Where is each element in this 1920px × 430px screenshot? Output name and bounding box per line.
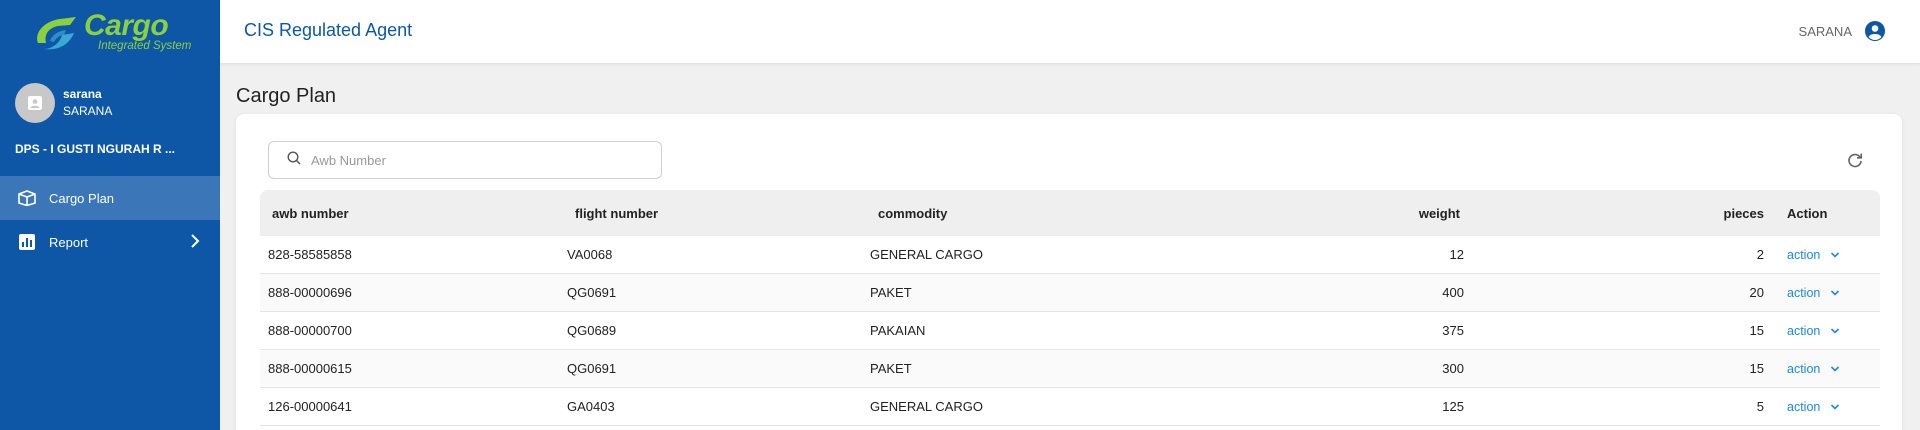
chevron-down-icon (1831, 327, 1840, 334)
cell-commodity: PAKET (870, 361, 912, 376)
cell-commodity: PAKET (870, 285, 912, 300)
sidebar-item-label: Report (49, 234, 89, 250)
row-action-dropdown[interactable]: action (1787, 286, 1840, 300)
column-header-awb[interactable]: awb number (272, 190, 349, 236)
sidebar-item-report[interactable]: Report (0, 220, 220, 264)
cell-weight: 375 (1442, 323, 1464, 338)
cell-pieces: 2 (1756, 247, 1764, 262)
action-label: action (1787, 323, 1821, 338)
cell-awb: 828-58585858 (268, 247, 352, 262)
page-title: Cargo Plan (236, 85, 337, 107)
row-action-dropdown[interactable]: action (1787, 324, 1840, 338)
cell-flight: QG0691 (567, 285, 617, 300)
chevron-right-icon (190, 233, 200, 251)
cell-awb: 888-00000696 (268, 285, 352, 300)
app-logo[interactable]: Cargo Integrated System (0, 0, 220, 64)
action-label: action (1787, 247, 1821, 262)
box-icon (17, 188, 37, 208)
bar-chart-icon (17, 232, 37, 252)
cell-flight: QG0689 (567, 323, 617, 338)
sidebar-item-label: Cargo Plan (49, 190, 115, 206)
sidebar-user: sarana SARANA (0, 64, 220, 130)
table-row: 828-58585858 VA0068 GENERAL CARGO 12 2 a… (260, 236, 1880, 274)
cell-weight: 12 (1449, 247, 1464, 262)
column-header-weight[interactable]: weight (1419, 190, 1460, 236)
row-action-dropdown[interactable]: action (1787, 362, 1840, 376)
cell-pieces: 15 (1749, 323, 1764, 338)
account-circle-icon[interactable] (1864, 20, 1886, 42)
action-label: action (1787, 399, 1821, 414)
cargo-plan-table: awb number flight number commodity weigh… (260, 190, 1880, 426)
refresh-icon[interactable] (1846, 151, 1864, 169)
cell-weight: 300 (1442, 361, 1464, 376)
cell-flight: VA0068 (567, 247, 613, 262)
cell-weight: 125 (1442, 399, 1464, 414)
cargo-plan-card: awb number flight number commodity weigh… (236, 114, 1902, 430)
table-row: 126-00000641 GA0403 GENERAL CARGO 125 5 … (260, 388, 1880, 426)
row-action-dropdown[interactable]: action (1787, 400, 1840, 414)
column-header-flight[interactable]: flight number (575, 190, 658, 236)
cell-commodity: GENERAL CARGO (870, 399, 983, 414)
station-name: DPS - I GUSTI NGURAH R ... (15, 142, 176, 156)
chevron-down-icon (1831, 289, 1840, 296)
table-row: 888-00000700 QG0689 PAKAIAN 375 15 actio… (260, 312, 1880, 350)
table-row: 888-00000696 QG0691 PAKET 400 20 action (260, 274, 1880, 312)
sidebar-item-cargo-plan[interactable]: Cargo Plan (0, 176, 220, 220)
row-action-dropdown[interactable]: action (1787, 248, 1840, 262)
user-name: sarana (63, 87, 102, 101)
cell-flight: QG0691 (567, 361, 617, 376)
header-username: SARANA (1798, 23, 1852, 39)
chevron-down-icon (1831, 365, 1840, 372)
user-role: SARANA (63, 104, 113, 118)
chevron-down-icon (1831, 251, 1840, 258)
user-badge-icon (28, 96, 42, 110)
cell-weight: 400 (1442, 285, 1464, 300)
avatar (15, 83, 55, 123)
top-header: CIS Regulated Agent SARANA (220, 0, 1920, 64)
cell-pieces: 5 (1756, 399, 1764, 414)
logo-title: Cargo (84, 9, 169, 43)
logo-subtitle: Integrated System (98, 40, 192, 53)
column-header-pieces[interactable]: pieces (1724, 190, 1764, 236)
cell-flight: GA0403 (567, 399, 615, 414)
cell-commodity: GENERAL CARGO (870, 247, 983, 262)
cell-awb: 126-00000641 (268, 399, 352, 414)
cell-awb: 888-00000700 (268, 323, 352, 338)
awb-search-input[interactable] (311, 152, 641, 168)
table-header: awb number flight number commodity weigh… (260, 190, 1880, 236)
app-title: CIS Regulated Agent (244, 20, 413, 40)
column-header-action: Action (1787, 205, 1828, 221)
action-label: action (1787, 361, 1821, 376)
cell-pieces: 20 (1749, 285, 1764, 300)
sidebar: Cargo Integrated System sarana SARANA DP… (0, 0, 220, 430)
account-menu[interactable]: SARANA (1799, 20, 1886, 42)
cell-pieces: 15 (1749, 361, 1764, 376)
search-icon (287, 150, 301, 170)
cell-commodity: PAKAIAN (870, 323, 926, 338)
table-row: 888-00000615 QG0691 PAKET 300 15 action (260, 350, 1880, 388)
cell-awb: 888-00000615 (268, 361, 352, 376)
action-label: action (1787, 285, 1821, 300)
search-box[interactable] (268, 141, 662, 179)
chevron-down-icon (1831, 403, 1840, 410)
column-header-commodity[interactable]: commodity (878, 190, 947, 236)
logo-icon (30, 13, 80, 51)
